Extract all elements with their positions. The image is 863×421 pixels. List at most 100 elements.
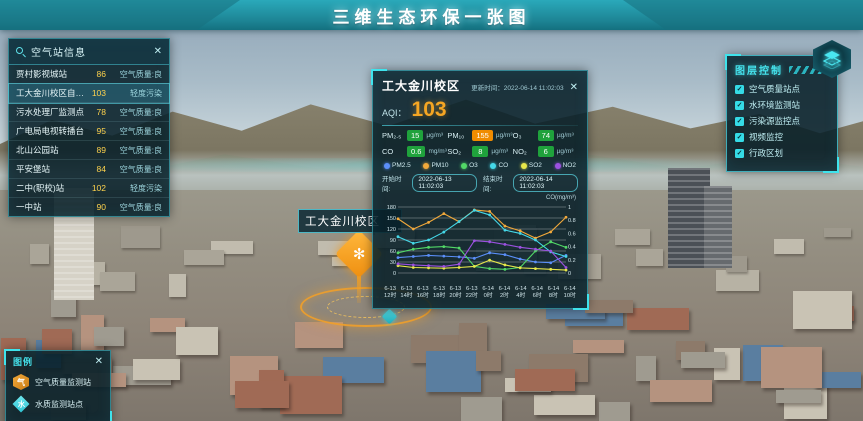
layer-label: 行政区划	[749, 147, 783, 159]
svg-text:30: 30	[390, 260, 396, 266]
marker-stem	[357, 273, 361, 303]
layer-item[interactable]: ✓ 视频监控	[735, 131, 829, 143]
legend-close-icon[interactable]: ✕	[95, 357, 103, 367]
station-name: 污水处理厂监测点	[16, 106, 88, 118]
x-tick-label: 6-140时	[480, 286, 496, 300]
end-time-label: 结束时间:	[483, 173, 507, 193]
layer-item[interactable]: ✓ 行政区划	[735, 147, 829, 159]
chart-legend: PM2.5 PM10 O3 CO SO2 NO2	[384, 162, 576, 169]
checkbox-checked-icon[interactable]: ✓	[735, 133, 744, 142]
station-name: 一中站	[16, 201, 88, 213]
legend-dot	[384, 163, 390, 169]
station-name: 二中(职校)站	[16, 182, 88, 194]
station-status: 空气质量:良	[110, 107, 162, 118]
station-status: 空气质量:良	[110, 145, 162, 156]
popup-close-icon[interactable]: ✕	[570, 83, 578, 93]
x-tick-label: 6-142时	[496, 286, 512, 300]
layer-panel-title: 图层控制	[735, 62, 783, 77]
station-list: 贾村影视城站 86 空气质量:良工大金川校区自动站 103 轻度污染污水处理厂监…	[9, 65, 169, 216]
search-icon[interactable]	[16, 47, 26, 57]
time-range-row: 开始时间: 2022-06-13 11:02:03 结束时间: 2022-06-…	[382, 173, 578, 193]
legend-dot	[521, 163, 527, 169]
station-status: 空气质量:良	[110, 164, 162, 175]
checkbox-checked-icon[interactable]: ✓	[735, 149, 744, 158]
station-row[interactable]: 平安堡站 84 空气质量:良	[9, 160, 169, 179]
svg-text:120: 120	[387, 227, 396, 233]
layer-item[interactable]: ✓ 空气质量站点	[735, 83, 829, 95]
legend-dot	[490, 163, 496, 169]
x-tick-label: 6-148时	[545, 286, 561, 300]
layer-label: 水环境监测站	[749, 99, 800, 111]
svg-text:0: 0	[393, 271, 396, 277]
layer-item[interactable]: ✓ 水环境监测站	[735, 99, 829, 111]
legend-entry[interactable]: CO	[490, 162, 508, 169]
svg-text:0.4: 0.4	[568, 245, 576, 251]
legend-list: 气空气质量监测站水水质监测站点	[13, 374, 103, 412]
x-tick-label: 6-144时	[513, 286, 529, 300]
pollutant-metric: CO0.6mg/m³	[382, 146, 447, 157]
station-name: 平安堡站	[16, 163, 88, 175]
aqi-value: 103	[412, 98, 447, 122]
divider	[382, 125, 578, 126]
end-time-input[interactable]: 2022-06-14 11:02:03	[513, 174, 578, 192]
station-row[interactable]: 北山公园站 89 空气质量:良	[9, 141, 169, 160]
layer-label: 视频监控	[749, 131, 783, 143]
station-row[interactable]: 广电局电视转播台 95 空气质量:良	[9, 122, 169, 141]
station-name: 贾村影视城站	[16, 68, 88, 80]
station-row[interactable]: 二中(职校)站 102 轻度污染	[9, 179, 169, 198]
station-row[interactable]: 贾村影视城站 86 空气质量:良	[9, 65, 169, 84]
legend-entry[interactable]: SO2	[521, 162, 542, 169]
legend-item-label: 水质监测站点	[35, 399, 83, 410]
pollutant-metric: NO₂6µg/m³	[513, 146, 578, 157]
aqi-label: AQI：	[382, 106, 407, 119]
x-tick-label: 6-1410时	[562, 286, 578, 300]
legend-dot	[423, 163, 429, 169]
close-icon[interactable]: ✕	[154, 47, 162, 57]
station-status: 空气质量:良	[110, 202, 162, 213]
x-tick-label: 6-1314时	[398, 286, 414, 300]
station-aqi: 102	[88, 183, 110, 193]
legend-dot	[555, 163, 561, 169]
layers-icon	[822, 49, 842, 69]
station-row[interactable]: 污水处理厂监测点 78 空气质量:良	[9, 103, 169, 122]
station-aqi: 78	[88, 107, 110, 117]
station-panel-header: 空气站信息 ✕	[9, 39, 169, 65]
checkbox-checked-icon[interactable]: ✓	[735, 85, 744, 94]
station-aqi: 90	[88, 202, 110, 212]
station-aqi: 95	[88, 126, 110, 136]
svg-text:150: 150	[387, 216, 396, 222]
x-tick-label: 6-1322时	[464, 286, 480, 300]
legend-entry[interactable]: O3	[461, 162, 478, 169]
app-header: 三维生态环保一张图	[0, 0, 863, 30]
layer-label: 污染源监控点	[749, 115, 800, 127]
x-tick-label: 6-1318时	[431, 286, 447, 300]
station-row[interactable]: 工大金川校区自动站 103 轻度污染	[9, 84, 169, 103]
start-time-label: 开始时间:	[382, 173, 406, 193]
pollutant-metric: PM₁₀155µg/m³	[447, 130, 512, 141]
svg-text:90: 90	[390, 238, 396, 244]
legend-entry[interactable]: PM10	[423, 162, 448, 169]
svg-text:1: 1	[568, 205, 571, 211]
air-station-icon: 气	[13, 374, 29, 390]
legend-title: 图例	[13, 355, 95, 368]
layer-list: ✓ 空气质量站点✓ 水环境监测站✓ 污染源监控点✓ 视频监控✓ 行政区划	[735, 83, 829, 159]
pollutant-metric: PM₂.₅15µg/m³	[382, 130, 447, 141]
x-tick-label: 6-1312时	[382, 286, 398, 300]
station-row[interactable]: 一中站 90 空气质量:良	[9, 198, 169, 216]
legend-entry[interactable]: NO2	[555, 162, 576, 169]
start-time-input[interactable]: 2022-06-13 11:02:03	[412, 174, 477, 192]
legend-item-label: 空气质量监测站	[35, 377, 91, 388]
checkbox-checked-icon[interactable]: ✓	[735, 101, 744, 110]
layer-label: 空气质量站点	[749, 83, 800, 95]
svg-text:60: 60	[390, 249, 396, 255]
checkbox-checked-icon[interactable]: ✓	[735, 117, 744, 126]
update-time: 更新时间：2022-06-14 11:02:03	[466, 82, 564, 92]
water-station-icon: 水	[13, 396, 30, 413]
pollutant-metric: SO₂8µg/m³	[447, 146, 512, 157]
station-status: 空气质量:良	[110, 69, 162, 80]
legend-item: 水水质监测站点	[13, 396, 103, 412]
legend-entry[interactable]: PM2.5	[384, 162, 411, 169]
station-name: 工大金川校区自动站	[16, 87, 88, 99]
station-list-panel: 空气站信息 ✕ 贾村影视城站 86 空气质量:良工大金川校区自动站 103 轻度…	[8, 38, 170, 217]
layer-item[interactable]: ✓ 污染源监控点	[735, 115, 829, 127]
